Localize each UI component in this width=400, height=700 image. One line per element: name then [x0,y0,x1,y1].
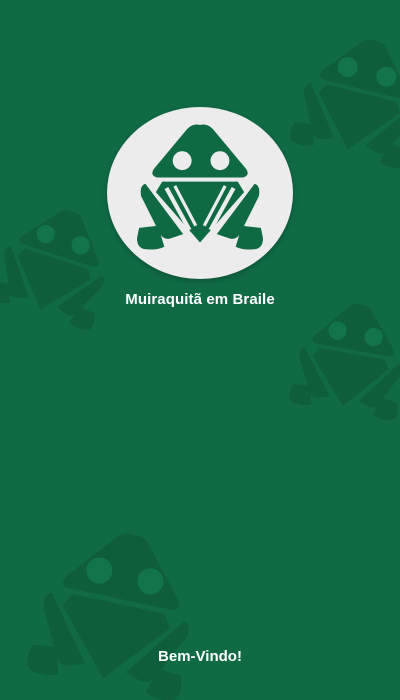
welcome-text: Bem-Vindo! [158,648,242,665]
background-frog-icon [285,18,400,183]
background-frog-icon [286,291,400,428]
app-title: Muiraquitã em Braile [125,291,275,308]
app-logo [107,107,293,279]
frog-muiraquita-icon [137,124,263,250]
background-frog-icon [16,512,218,700]
splash-screen: Muiraquitã em Braile Bem-Vindo! [0,0,400,700]
